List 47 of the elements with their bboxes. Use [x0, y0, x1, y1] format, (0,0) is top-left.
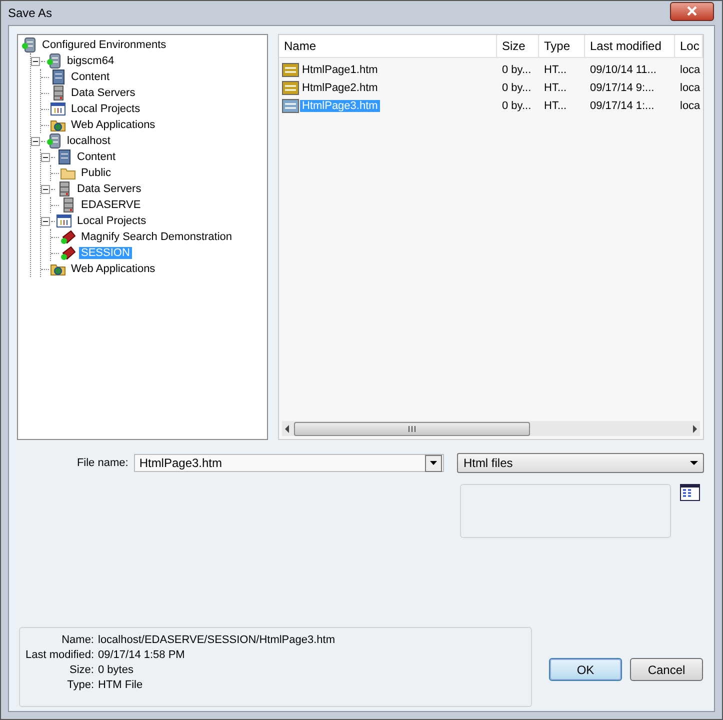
tree-item[interactable]: Data Servers	[75, 183, 144, 195]
tree-item[interactable]: Local Projects	[75, 215, 148, 227]
column-header[interactable]: Type	[539, 35, 585, 57]
info-label: Last modified:	[24, 649, 94, 661]
table-cell-text: 0 by...	[501, 82, 532, 94]
file-type-dropdown[interactable]: Html files	[457, 453, 704, 473]
table-cell-text: HT...	[543, 64, 568, 76]
info-label: Type:	[66, 679, 94, 691]
window-title: Save As	[8, 6, 52, 20]
tree-item[interactable]: Public	[79, 167, 113, 179]
tree-item[interactable]: bigscm64	[65, 55, 116, 67]
file-name-field[interactable]: HtmlPage3.htm	[134, 454, 444, 472]
ok-button[interactable]: OK	[549, 658, 622, 681]
tree-item[interactable]: Data Servers	[69, 87, 138, 99]
table-cell-text: loca	[679, 64, 702, 76]
tree-item[interactable]: Web Applications	[69, 263, 158, 275]
file-name-label: File name:	[76, 457, 130, 469]
tree-item[interactable]: Local Projects	[69, 103, 142, 115]
info-label: Size:	[68, 664, 94, 676]
table-cell-text: HT...	[543, 100, 568, 112]
column-header[interactable]: Size	[497, 35, 539, 57]
column-header[interactable]: Last modified	[585, 35, 675, 57]
table-cell-text: loca	[679, 100, 702, 112]
tree-item[interactable]: localhost	[65, 135, 112, 147]
file-name[interactable]: HtmlPage2.htm	[300, 82, 380, 94]
column-header[interactable]: Loc	[675, 35, 703, 57]
tree-item[interactable]: Content	[75, 151, 118, 163]
tree-item[interactable]: Configured Environments	[40, 39, 168, 51]
tree-item[interactable]: EDASERVE	[79, 199, 143, 211]
table-cell-text: 09/10/14 11...	[589, 64, 658, 76]
info-value: 09/17/14 1:58 PM	[98, 649, 186, 661]
table-cell-text: loca	[679, 82, 702, 94]
column-header[interactable]: Name	[279, 35, 497, 57]
info-value: 0 bytes	[98, 664, 134, 676]
table-cell-text: 0 by...	[501, 64, 532, 76]
file-name[interactable]: HtmlPage1.htm	[300, 64, 380, 76]
info-value: localhost/EDASERVE/SESSION/HtmlPage3.htm	[98, 634, 336, 646]
table-cell-text: HT...	[543, 82, 568, 94]
info-value: HTM File	[98, 679, 144, 691]
cancel-button[interactable]: Cancel	[630, 658, 703, 681]
tree-item[interactable]: Web Applications	[69, 119, 158, 131]
info-label: Name:	[60, 634, 94, 646]
tree-item[interactable]: Content	[69, 71, 112, 83]
table-cell-text: 09/17/14 1:...	[589, 100, 656, 112]
table-cell-text: 09/17/14 9:...	[589, 82, 656, 94]
tree-item[interactable]: Magnify Search Demonstration	[79, 231, 234, 243]
table-cell-text: 0 by...	[501, 100, 532, 112]
